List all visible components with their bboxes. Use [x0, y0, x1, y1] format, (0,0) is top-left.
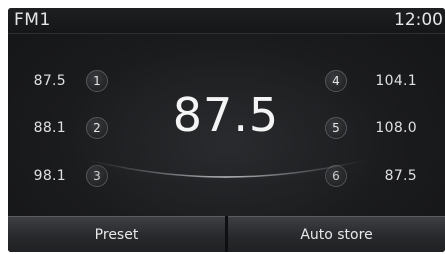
preset-2-frequency: 88.1: [33, 120, 66, 136]
preset-4-number: 4: [325, 70, 347, 92]
clock: 12:00: [394, 10, 443, 30]
preset-1-frequency: 87.5: [33, 73, 66, 89]
bottom-bar: Preset Auto store: [8, 216, 445, 252]
glow-arc: [88, 159, 365, 204]
preset-5[interactable]: 5 108.0: [325, 114, 445, 142]
preset-button[interactable]: Preset: [8, 216, 225, 252]
radio-screen: FM1 12:00 87.5 1 88.1 2 98.1 3 4 104.1 5…: [8, 8, 445, 252]
preset-4-frequency: 104.1: [375, 73, 417, 89]
preset-5-number: 5: [325, 117, 347, 139]
preset-1[interactable]: 87.5 1: [8, 67, 128, 95]
preset-4[interactable]: 4 104.1: [325, 67, 445, 95]
preset-5-frequency: 108.0: [375, 120, 417, 136]
status-bar: FM1 12:00: [8, 8, 445, 34]
band-label: FM1: [14, 10, 51, 30]
preset-2[interactable]: 88.1 2: [8, 114, 128, 142]
preset-3-frequency: 98.1: [33, 168, 66, 184]
preset-2-number: 2: [86, 117, 108, 139]
auto-store-button[interactable]: Auto store: [228, 216, 445, 252]
preset-1-number: 1: [86, 70, 108, 92]
current-frequency: 87.5: [172, 88, 280, 142]
